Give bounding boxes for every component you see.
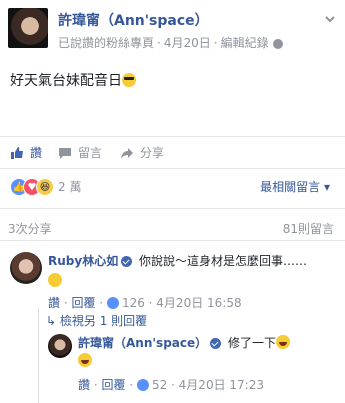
comment-sort-dropdown[interactable]: 最相關留言 ▾ [260,178,330,195]
verified-badge-icon [121,256,133,267]
post-header: 許瑋甯（Ann'space） 已說讚的粉絲專頁 · 4月20日 · 編輯紀錄 [8,8,338,56]
share-icon [121,147,133,159]
comment-meta: 讚 · 回覆 · 126 · 4月20日 16:58 [48,296,242,310]
view-more-replies-link[interactable]: ↳ 檢視另 1 則回覆 [46,312,147,329]
divider [0,168,345,169]
reply-date[interactable]: 4月20日 17:23 [179,378,264,392]
chevron-down-icon[interactable] [324,10,335,23]
reaction-count: 2 萬 [58,180,82,194]
commenter-avatar[interactable] [10,252,42,284]
reply-thread-line [38,308,39,403]
reply-reply-button[interactable]: 回覆 [101,378,125,392]
like-count-icon [106,297,119,309]
laughing-emoji-icon [275,335,290,349]
post-stats: 3次分享 81則留言 [8,220,338,236]
haha-reaction-icon: 😆 [36,178,54,196]
comment-count[interactable]: 81則留言 [283,220,334,237]
like-count-icon [136,379,149,391]
comment-body: Ruby林心如 你說說～這身材是怎麼回事…… 讚 · 回覆 · 126 · 4月… [48,252,338,311]
like-button[interactable]: 讚 [10,144,42,161]
reaction-summary[interactable]: 👍 ♥ 😆 2 萬 最相關留言 ▾ [10,178,340,198]
comment-author[interactable]: Ruby林心如 [48,254,118,268]
divider [0,240,345,241]
laughing-emoji-icon [78,353,92,367]
page-avatar[interactable] [8,8,48,48]
replier-avatar[interactable] [48,334,72,358]
comment-text: 你說說～這身材是怎麼回事…… [139,254,308,268]
reply-meta: 讚 · 回覆 · 52 · 4月20日 17:23 [78,378,264,392]
comment-like-button[interactable]: 讚 [48,296,60,310]
comment-reply-button[interactable]: 回覆 [71,296,95,310]
globe-icon [272,38,283,49]
reply-author[interactable]: 許瑋甯（Ann'space） [78,336,207,350]
divider [0,136,345,137]
heart-eyes-emoji-icon [48,273,62,287]
reply-body: 許瑋甯（Ann'space） 修了一下 讚 · 回覆 · 52 · 4月20日 … [78,334,328,393]
reply-text: 修了一下 [227,336,276,350]
post-author[interactable]: 許瑋甯（Ann'space） [58,10,209,30]
page-liked-label[interactable]: 已說讚的粉絲專頁 [58,36,154,50]
edit-history-link[interactable]: 編輯紀錄 [221,36,269,50]
comment-icon [59,147,71,159]
sunglasses-emoji-icon [122,73,136,87]
share-count[interactable]: 3次分享 [8,222,52,236]
post-text: 好天氣台妹配音日 [10,70,136,90]
post-date[interactable]: 4月20日 [164,36,211,50]
verified-badge-icon [210,338,222,349]
thumbs-up-icon [11,146,23,159]
reply-like-count[interactable]: 52 [152,378,167,392]
share-button[interactable]: 分享 [120,144,164,161]
post-meta: 已說讚的粉絲專頁 · 4月20日 · 編輯紀錄 [58,34,283,51]
comment-like-count[interactable]: 126 [122,296,145,310]
comment-button[interactable]: 留言 [58,144,102,161]
divider [0,208,345,209]
reply-like-button[interactable]: 讚 [78,378,90,392]
comment-date[interactable]: 4月20日 16:58 [156,296,241,310]
